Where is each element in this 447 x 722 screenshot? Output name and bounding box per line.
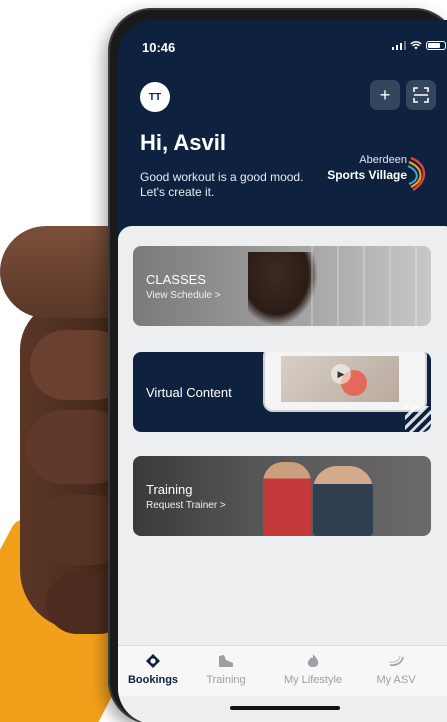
phone-frame: 10:46 TT + Hi, Asvil Good workout is a g… [108, 8, 447, 722]
status-icons [392, 40, 446, 50]
phone-mockup-screen: ▶ [281, 356, 399, 402]
flame-icon [307, 654, 319, 667]
greeting-tagline: Good workout is a good mood. Let's creat… [140, 170, 304, 199]
trainee-photo [313, 466, 373, 536]
wifi-icon [410, 40, 422, 49]
greeting-title: Hi, Asvil [140, 130, 226, 155]
brand-line2: Sports Village [327, 168, 407, 182]
shoe-icon [219, 655, 233, 667]
tab-bookings-label: Bookings [127, 674, 179, 686]
classes-card[interactable]: CLASSES View Schedule > [133, 246, 431, 326]
request-trainer-link[interactable]: Request Trainer > [146, 500, 226, 511]
tab-training[interactable]: Training [191, 652, 261, 686]
tab-training-label: Training [206, 674, 246, 686]
scan-icon [413, 87, 429, 103]
status-time: 10:46 [142, 40, 176, 55]
battery-icon [426, 40, 446, 50]
tab-my-lifestyle[interactable]: My Lifestyle [273, 652, 353, 686]
add-button[interactable]: + [370, 80, 400, 110]
brand-swoosh-icon [407, 156, 426, 192]
bottom-tab-bar: Bookings Training My Lifestyle My ASV [118, 645, 447, 696]
classes-title: CLASSES [146, 272, 206, 287]
phone-mockup-image: ▶ [263, 352, 427, 412]
avatar[interactable]: TT [140, 82, 170, 112]
tab-my-asv[interactable]: My ASV [361, 652, 431, 686]
tab-my-asv-label: My ASV [376, 674, 416, 686]
plus-icon: + [379, 84, 391, 105]
swoosh-icon [388, 655, 404, 666]
scan-button[interactable] [406, 80, 436, 110]
view-schedule-link[interactable]: View Schedule > [146, 290, 221, 301]
virtual-content-title: Virtual Content [146, 385, 232, 400]
training-card[interactable]: Training Request Trainer > [133, 456, 431, 536]
gym-windows [311, 246, 431, 326]
play-icon: ▶ [331, 364, 351, 384]
phone-screen: 10:46 TT + Hi, Asvil Good workout is a g… [118, 20, 447, 722]
home-indicator[interactable] [230, 706, 340, 710]
tab-bookings[interactable]: Bookings [118, 652, 188, 686]
stripes-decoration [405, 406, 431, 432]
trainer-photo [263, 462, 311, 536]
app-promo-stage: 10:46 TT + Hi, Asvil Good workout is a g… [0, 0, 447, 722]
training-title: Training [146, 482, 193, 497]
status-bar: 10:46 [118, 20, 447, 60]
brand-line1: Aberdeen [359, 154, 407, 166]
tab-my-lifestyle-label: My Lifestyle [283, 674, 343, 686]
virtual-content-card[interactable]: ▶ Virtual Content [133, 352, 431, 432]
classes-photo [248, 252, 318, 326]
brand-logo: Aberdeen Sports Village [323, 154, 443, 194]
bookings-icon [146, 654, 160, 668]
signal-icon [392, 40, 406, 50]
